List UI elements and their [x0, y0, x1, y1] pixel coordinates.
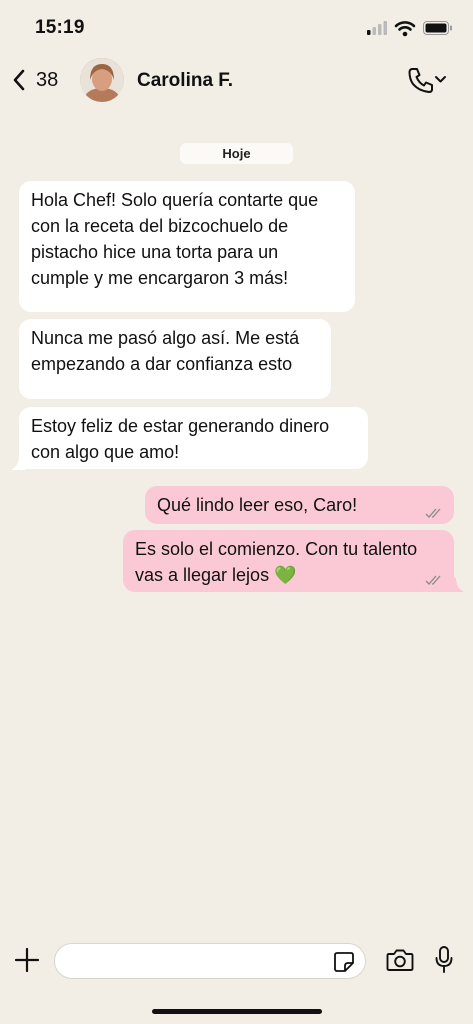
message-input-container[interactable] [54, 943, 366, 979]
chat-area[interactable]: Hoje Hola Chef! Solo quería contarte que… [0, 0, 473, 940]
read-receipt-icon [425, 508, 441, 518]
home-indicator[interactable] [152, 1009, 322, 1014]
message-line: Nunca me pasó algo así. Me está [31, 328, 300, 348]
message-line: con la receta del bizcochuelo de [31, 216, 289, 236]
message-outgoing[interactable]: Qué lindo leer eso, Caro! [145, 486, 454, 524]
message-line: vas a llegar lejos 💚 [135, 565, 297, 585]
date-separator: Hoje [180, 143, 293, 164]
message-line: con algo que amo! [31, 442, 180, 462]
read-receipt-icon [425, 575, 441, 585]
bubble-tail [450, 578, 464, 592]
message-incoming[interactable]: Hola Chef! Solo quería contarte que con … [19, 181, 355, 312]
message-line: Qué lindo leer eso, Caro! [157, 495, 358, 515]
microphone-icon[interactable] [434, 945, 454, 975]
bubble-tail [11, 456, 25, 470]
message-line: Estoy feliz de estar generando dinero [31, 416, 330, 436]
camera-icon[interactable] [386, 947, 414, 973]
message-line: Es solo el comienzo. Con tu talento [135, 539, 418, 559]
sticker-icon[interactable] [333, 951, 355, 973]
message-line: cumple y me encargaron 3 más! [31, 268, 289, 288]
message-line: empezando a dar confianza esto [31, 354, 293, 374]
message-input[interactable] [69, 944, 329, 978]
message-outgoing[interactable]: Es solo el comienzo. Con tu talento vas … [123, 530, 454, 592]
input-bar [0, 936, 473, 986]
plus-icon[interactable] [14, 947, 40, 973]
message-line: Hola Chef! Solo quería contarte que [31, 190, 319, 210]
message-incoming[interactable]: Nunca me pasó algo así. Me está empezand… [19, 319, 331, 399]
message-line: pistacho hice una torta para un [31, 242, 279, 262]
message-incoming[interactable]: Estoy feliz de estar generando dinero co… [19, 407, 368, 469]
